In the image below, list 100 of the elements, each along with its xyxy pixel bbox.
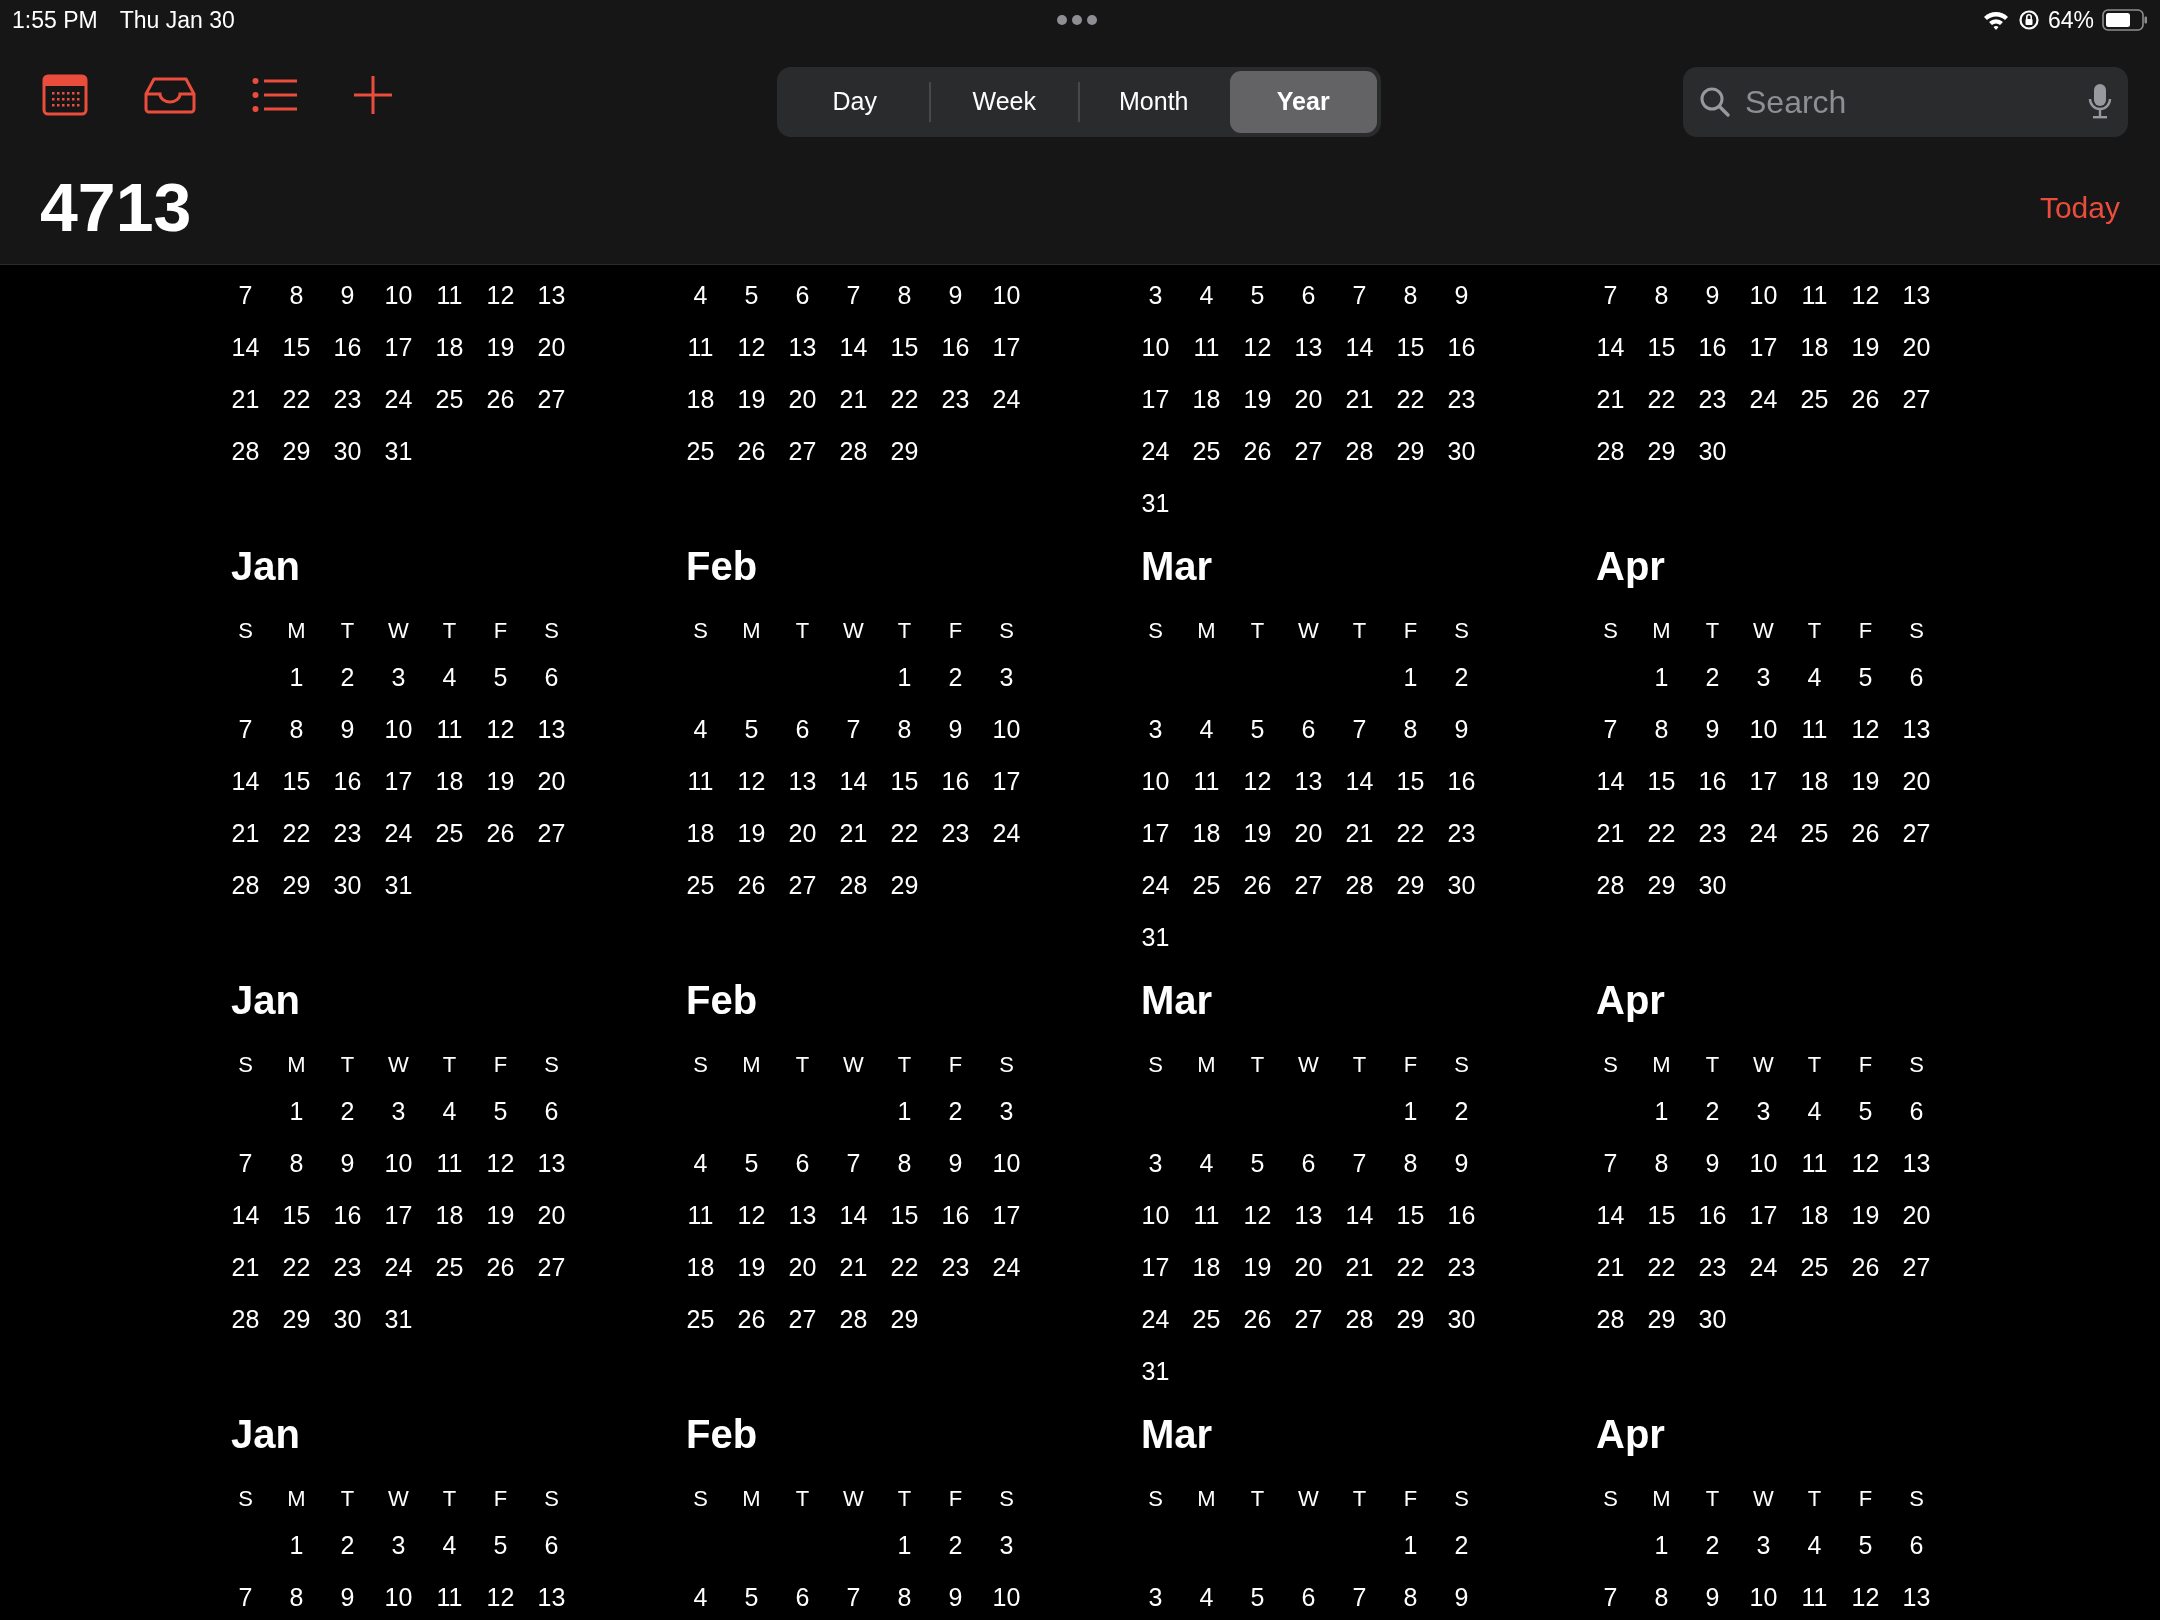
day-number[interactable]: 7 xyxy=(846,1150,861,1176)
day-number[interactable]: 30 xyxy=(1698,872,1727,898)
day-number[interactable]: 10 xyxy=(1749,1584,1778,1610)
day-number[interactable]: 14 xyxy=(1345,1202,1374,1228)
day-number[interactable]: 3 xyxy=(999,1532,1014,1558)
search-field[interactable]: Search xyxy=(1683,67,2128,137)
day-number[interactable]: 29 xyxy=(1396,438,1425,464)
day-number[interactable]: 15 xyxy=(282,334,311,360)
day-number[interactable]: 2 xyxy=(1705,1532,1720,1558)
day-number[interactable]: 24 xyxy=(384,386,413,412)
calendar-icon[interactable] xyxy=(42,74,88,116)
day-number[interactable]: 28 xyxy=(1596,1306,1625,1332)
day-number[interactable]: 8 xyxy=(897,716,912,742)
day-number[interactable]: 24 xyxy=(1749,386,1778,412)
day-number[interactable]: 24 xyxy=(1141,1306,1170,1332)
day-number[interactable]: 20 xyxy=(1294,820,1323,846)
day-number[interactable]: 1 xyxy=(1403,664,1418,690)
day-number[interactable]: 18 xyxy=(686,820,715,846)
day-number[interactable]: 20 xyxy=(1294,386,1323,412)
day-number[interactable]: 19 xyxy=(1851,334,1880,360)
add-icon[interactable] xyxy=(354,76,392,114)
day-number[interactable]: 17 xyxy=(992,334,1021,360)
day-number[interactable]: 27 xyxy=(788,872,817,898)
day-number[interactable]: 7 xyxy=(846,716,861,742)
day-number[interactable]: 6 xyxy=(1301,1150,1316,1176)
day-number[interactable]: 11 xyxy=(687,1202,714,1228)
day-number[interactable]: 5 xyxy=(1858,1098,1873,1124)
day-number[interactable]: 11 xyxy=(1193,1202,1220,1228)
day-number[interactable]: 11 xyxy=(436,716,463,742)
day-number[interactable]: 23 xyxy=(1447,1254,1476,1280)
day-number[interactable]: 4 xyxy=(1807,1532,1822,1558)
day-number[interactable]: 2 xyxy=(1705,664,1720,690)
day-number[interactable]: 13 xyxy=(537,282,566,308)
day-number[interactable]: 29 xyxy=(1396,1306,1425,1332)
day-number[interactable]: 30 xyxy=(333,438,362,464)
day-number[interactable]: 7 xyxy=(1352,716,1367,742)
day-number[interactable]: 17 xyxy=(384,334,413,360)
day-number[interactable]: 27 xyxy=(1902,1254,1931,1280)
day-number[interactable]: 5 xyxy=(1250,282,1265,308)
day-number[interactable]: 18 xyxy=(435,768,464,794)
day-number[interactable]: 5 xyxy=(493,1098,508,1124)
day-number[interactable]: 21 xyxy=(839,1254,868,1280)
day-number[interactable]: 5 xyxy=(744,1584,759,1610)
day-number[interactable]: 12 xyxy=(1851,1150,1880,1176)
today-button[interactable]: Today xyxy=(2039,184,2120,230)
day-number[interactable]: 26 xyxy=(737,1306,766,1332)
day-number[interactable]: 9 xyxy=(1454,1584,1469,1610)
day-number[interactable]: 9 xyxy=(340,282,355,308)
day-number[interactable]: 27 xyxy=(1294,872,1323,898)
month-title[interactable]: Apr xyxy=(1596,1414,1665,1454)
day-number[interactable]: 27 xyxy=(1902,820,1931,846)
day-number[interactable]: 2 xyxy=(1454,1532,1469,1558)
day-number[interactable]: 25 xyxy=(1192,1306,1221,1332)
day-number[interactable]: 7 xyxy=(1603,1584,1618,1610)
day-number[interactable]: 12 xyxy=(737,334,766,360)
day-number[interactable]: 11 xyxy=(687,768,714,794)
day-number[interactable]: 14 xyxy=(1596,1202,1625,1228)
day-number[interactable]: 28 xyxy=(1345,1306,1374,1332)
day-number[interactable]: 23 xyxy=(941,820,970,846)
day-number[interactable]: 4 xyxy=(1199,716,1214,742)
day-number[interactable]: 13 xyxy=(537,1150,566,1176)
day-number[interactable]: 28 xyxy=(231,438,260,464)
day-number[interactable]: 7 xyxy=(846,1584,861,1610)
day-number[interactable]: 15 xyxy=(1647,1202,1676,1228)
day-number[interactable]: 1 xyxy=(897,664,912,690)
day-number[interactable]: 24 xyxy=(1141,438,1170,464)
day-number[interactable]: 15 xyxy=(890,1202,919,1228)
month-title[interactable]: Apr xyxy=(1596,980,1665,1020)
search-input[interactable]: Search xyxy=(1745,78,2074,126)
day-number[interactable]: 21 xyxy=(1596,1254,1625,1280)
month-title[interactable]: Feb xyxy=(686,546,758,586)
day-number[interactable]: 10 xyxy=(384,1584,413,1610)
day-number[interactable]: 23 xyxy=(333,1254,362,1280)
day-number[interactable]: 29 xyxy=(890,872,919,898)
day-number[interactable]: 24 xyxy=(992,820,1021,846)
day-number[interactable]: 6 xyxy=(1909,664,1924,690)
month-title[interactable]: Jan xyxy=(231,1414,300,1454)
day-number[interactable]: 3 xyxy=(1148,716,1163,742)
day-number[interactable]: 11 xyxy=(687,334,714,360)
day-number[interactable]: 25 xyxy=(686,438,715,464)
day-number[interactable]: 28 xyxy=(1596,872,1625,898)
day-number[interactable]: 12 xyxy=(486,1584,515,1610)
day-number[interactable]: 28 xyxy=(839,438,868,464)
day-number[interactable]: 20 xyxy=(537,768,566,794)
day-number[interactable]: 4 xyxy=(1807,664,1822,690)
day-number[interactable]: 15 xyxy=(282,1202,311,1228)
day-number[interactable]: 17 xyxy=(992,1202,1021,1228)
day-number[interactable]: 8 xyxy=(1654,1584,1669,1610)
day-number[interactable]: 25 xyxy=(435,386,464,412)
day-number[interactable]: 18 xyxy=(1192,386,1221,412)
day-number[interactable]: 16 xyxy=(941,1202,970,1228)
day-number[interactable]: 11 xyxy=(1193,334,1220,360)
day-number[interactable]: 29 xyxy=(1647,1306,1676,1332)
day-number[interactable]: 8 xyxy=(1403,1584,1418,1610)
day-number[interactable]: 19 xyxy=(1851,1202,1880,1228)
day-number[interactable]: 4 xyxy=(1199,1150,1214,1176)
day-number[interactable]: 25 xyxy=(686,872,715,898)
day-number[interactable]: 1 xyxy=(1654,1098,1669,1124)
day-number[interactable]: 19 xyxy=(1243,820,1272,846)
day-number[interactable]: 3 xyxy=(391,1098,406,1124)
